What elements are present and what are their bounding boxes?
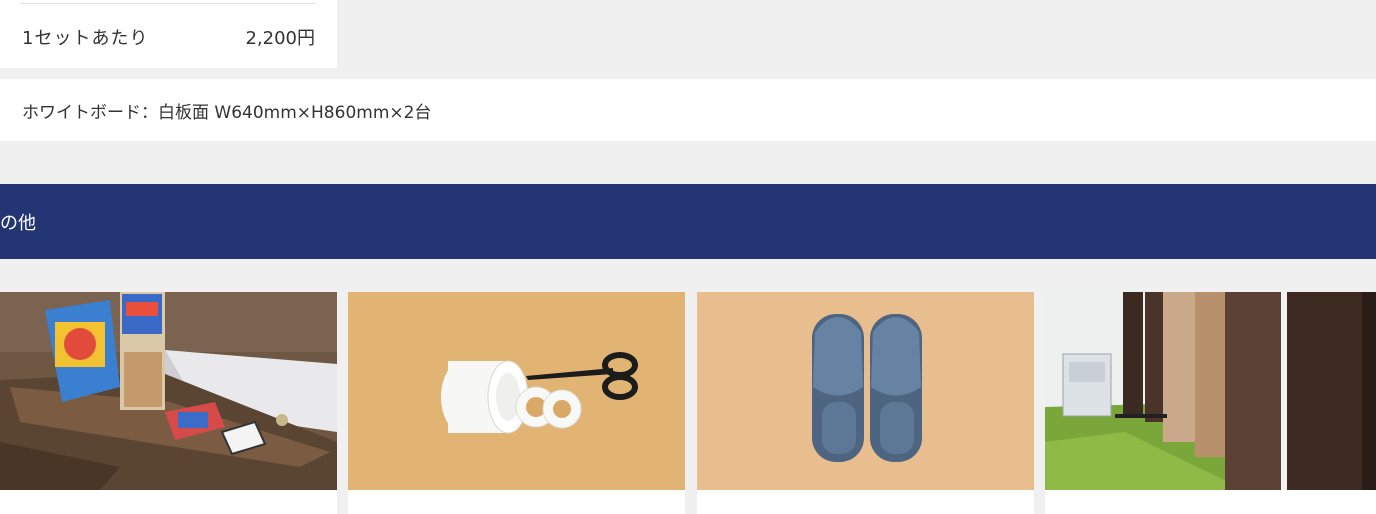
item-card-partitions[interactable] <box>1045 292 1376 514</box>
card-caption <box>0 490 337 514</box>
price-divider <box>20 3 317 4</box>
whiteboard-spec-row: ホワイトボード：白板面 W640mm×H860mm×2台 <box>0 79 1376 141</box>
card-caption <box>697 490 1034 514</box>
tape-scissors-photo <box>348 292 685 490</box>
board-games-photo <box>0 292 337 490</box>
section-title: の他 <box>0 213 36 234</box>
page: 1セットあたり 2,200円 ホワイトボード：白板面 W640mm×H860mm… <box>0 0 1376 514</box>
section-banner-other: の他 <box>0 184 1376 259</box>
price-card: 1セットあたり 2,200円 <box>0 0 337 68</box>
price-label: 1セットあたり <box>22 28 149 49</box>
item-card-games[interactable] <box>0 292 337 514</box>
item-card-tape[interactable] <box>348 292 685 514</box>
price-value: 2,200円 <box>245 28 315 49</box>
card-caption <box>348 490 685 514</box>
card-caption <box>1045 490 1376 514</box>
partition-screens-photo <box>1045 292 1376 490</box>
whiteboard-spec-text: ホワイトボード：白板面 W640mm×H860mm×2台 <box>22 103 432 123</box>
slippers-photo <box>697 292 1034 490</box>
item-card-slippers[interactable] <box>697 292 1034 514</box>
